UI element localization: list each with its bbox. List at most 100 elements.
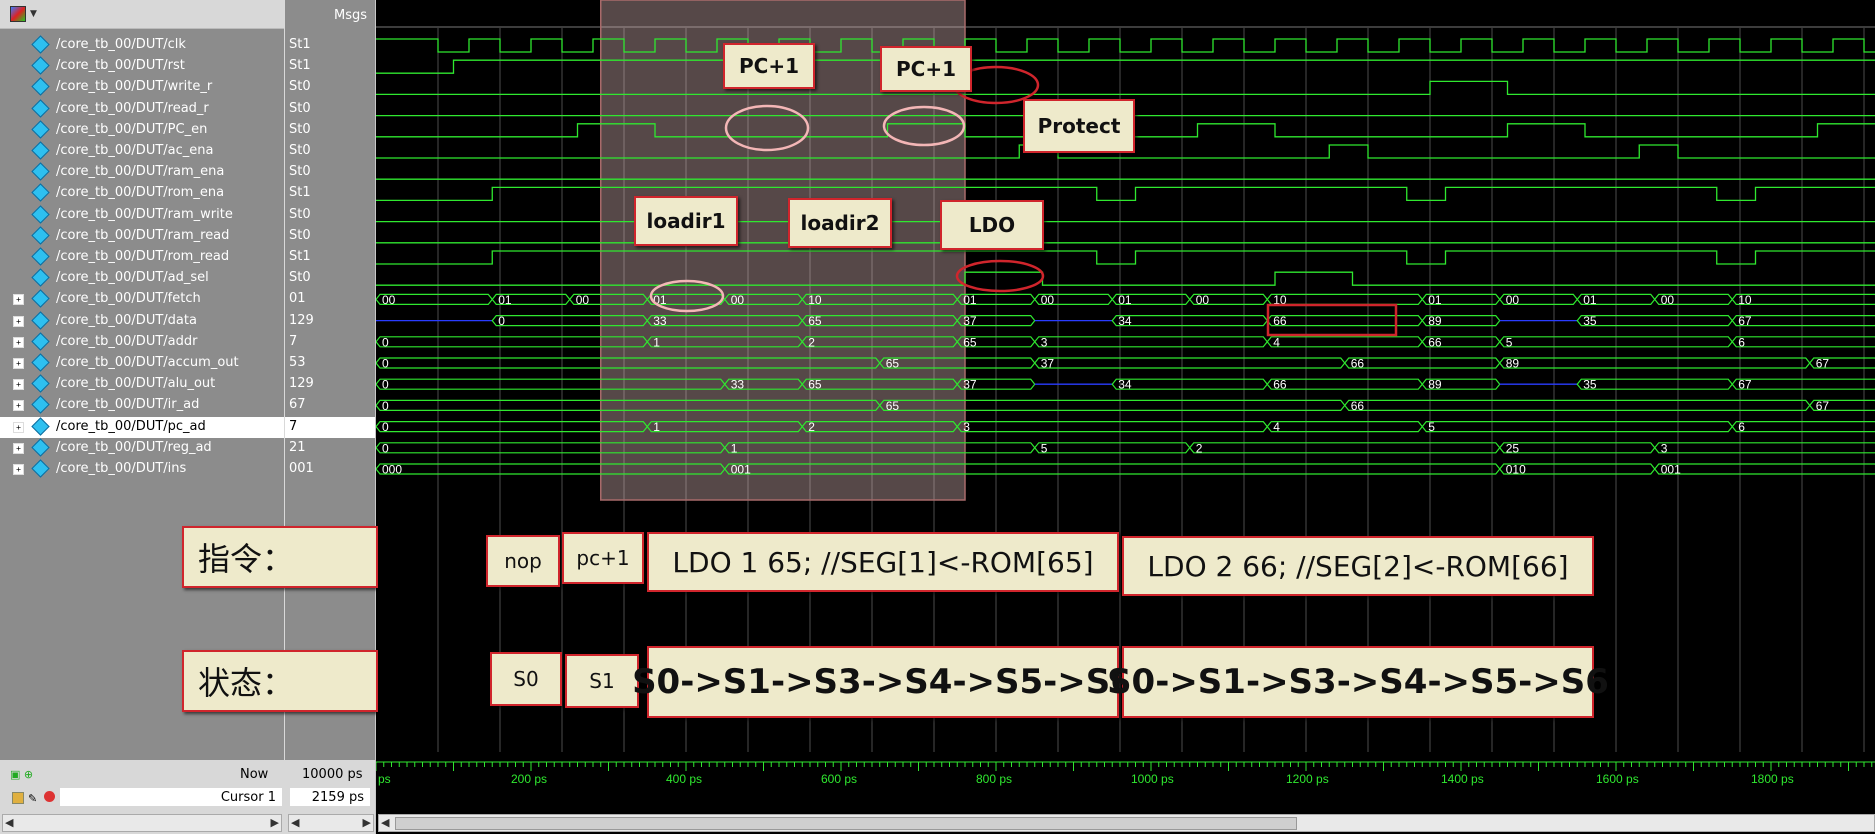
chevron-down-icon[interactable]: ▼	[30, 9, 37, 19]
signal-value-row[interactable]: 01	[285, 289, 375, 310]
bus-value-label: 34	[1118, 378, 1132, 392]
signal-row[interactable]: /core_tb_00/DUT/clk	[0, 35, 284, 56]
signal-row[interactable]: /core_tb_00/DUT/ad_sel	[0, 268, 284, 289]
signal-value-row[interactable]: St0	[285, 205, 375, 226]
scroll-left-icon[interactable]: ◀	[5, 816, 13, 829]
bus-value-label: 65	[886, 357, 900, 371]
signal-value-row[interactable]: St0	[285, 268, 375, 289]
bus-value-label: 2	[808, 420, 815, 434]
annotation-state-sequence-1: S0->S1->S3->S4->S5->S6	[632, 646, 1134, 718]
signal-value: St1	[289, 37, 311, 52]
signal-row[interactable]: + /core_tb_00/DUT/alu_out	[0, 374, 284, 395]
cursor-value-field[interactable]: 2159 ps	[290, 788, 370, 806]
wave-window-icon[interactable]	[10, 6, 26, 22]
signal-value-row[interactable]: 129	[285, 311, 375, 332]
signal-row[interactable]: /core_tb_00/DUT/ac_ena	[0, 141, 284, 162]
lock-icon[interactable]	[12, 792, 24, 804]
bus-value-label: 0	[382, 378, 389, 392]
delete-cursor-icon[interactable]	[44, 791, 55, 802]
expand-icon[interactable]: +	[13, 442, 24, 454]
expand-icon[interactable]: +	[13, 336, 24, 348]
signal-value: St1	[289, 58, 311, 74]
signal-name: /core_tb_00/DUT/addr	[56, 333, 198, 349]
signal-value-row[interactable]: St1	[285, 56, 375, 77]
scroll-left-icon[interactable]: ◀	[291, 816, 299, 829]
msgs-label: Msgs	[333, 8, 367, 23]
wave-scroll-thumb[interactable]	[395, 817, 1297, 830]
signal-icon	[31, 226, 50, 245]
signal-value-row[interactable]: 67	[285, 395, 375, 416]
expand-icon[interactable]: +	[13, 379, 24, 391]
scroll-right-icon[interactable]: ▶	[363, 816, 371, 829]
now-value: 10000 ps	[302, 767, 363, 782]
expand-icon[interactable]: +	[13, 315, 24, 327]
signal-value-row[interactable]: 129	[285, 374, 375, 395]
signal-value-row[interactable]: 53	[285, 353, 375, 374]
expand-icon[interactable]: +	[13, 294, 24, 306]
signal-row[interactable]: /core_tb_00/DUT/ram_read	[0, 226, 284, 247]
signal-icon	[31, 374, 50, 393]
signal-row[interactable]: + /core_tb_00/DUT/ins	[0, 459, 284, 480]
signal-row[interactable]: /core_tb_00/DUT/PC_en	[0, 120, 284, 141]
expand-icon[interactable]: +	[13, 421, 24, 433]
signal-name: /core_tb_00/DUT/ram_ena	[56, 164, 225, 180]
bus-value-label: 0	[382, 420, 389, 434]
signal-value-row[interactable]: 001	[285, 459, 375, 480]
bus-segment	[1731, 293, 1875, 305]
bus-value-label: 37	[963, 314, 977, 328]
signal-row[interactable]: /core_tb_00/DUT/ram_write	[0, 204, 284, 226]
bus-value-label: 0	[382, 357, 389, 371]
signal-row[interactable]: + /core_tb_00/DUT/addr	[0, 332, 284, 353]
signal-value-row[interactable]: 7	[285, 332, 375, 353]
signal-icon	[31, 395, 50, 415]
signal-name: /core_tb_00/DUT/ins	[56, 461, 187, 476]
signal-value-row[interactable]: St0	[285, 120, 375, 141]
msgs-hscrollbar[interactable]: ◀ ▶	[288, 814, 374, 832]
signal-value-row[interactable]: 7	[285, 416, 375, 438]
bus-value-label: 00	[731, 293, 745, 307]
bus-value-label: 00	[1661, 293, 1675, 307]
signal-row[interactable]: /core_tb_00/DUT/rst	[0, 56, 284, 77]
names-hscrollbar[interactable]: ◀ ▶	[2, 814, 282, 832]
signal-row[interactable]: /core_tb_00/DUT/rom_read	[0, 247, 284, 268]
signal-row[interactable]: + /core_tb_00/DUT/pc_ad	[0, 416, 284, 438]
bus-value-label: 6	[1738, 335, 1745, 349]
signal-value-row[interactable]: St1	[285, 247, 375, 268]
signal-row[interactable]: /core_tb_00/DUT/read_r	[0, 98, 284, 120]
signal-value: St0	[289, 206, 311, 222]
signal-value-row[interactable]: St0	[285, 77, 375, 98]
ruler-label: ps	[378, 772, 391, 786]
signal-icon	[31, 353, 50, 372]
signal-row[interactable]: + /core_tb_00/DUT/accum_out	[0, 353, 284, 374]
signal-row[interactable]: + /core_tb_00/DUT/reg_ad	[0, 438, 284, 459]
bus-segment	[1033, 357, 1346, 369]
annotation-state-title: 状态：	[182, 650, 378, 712]
signal-value-row[interactable]: St0	[285, 226, 375, 247]
signal-row[interactable]: /core_tb_00/DUT/rom_ena	[0, 183, 284, 204]
signal-row[interactable]: /core_tb_00/DUT/write_r	[0, 77, 284, 98]
scroll-right-icon[interactable]: ▶	[271, 816, 279, 829]
signal-row[interactable]: + /core_tb_00/DUT/data	[0, 310, 284, 332]
signal-value-row[interactable]: St0	[285, 162, 375, 183]
pencil-icon[interactable]: ✎	[28, 792, 37, 805]
wave-hscrollbar[interactable]: ◀	[378, 814, 1875, 832]
signal-row[interactable]: /core_tb_00/DUT/ram_ena	[0, 162, 284, 183]
expand-icon[interactable]: +	[13, 400, 24, 412]
signal-icon	[31, 268, 50, 287]
signal-value-row[interactable]: St1	[285, 35, 375, 56]
signal-row[interactable]: + /core_tb_00/DUT/ir_ad	[0, 395, 284, 416]
bus-value-label: 5	[1041, 441, 1048, 455]
signal-value-row[interactable]: 21	[285, 438, 375, 459]
scroll-left-icon[interactable]: ◀	[381, 816, 389, 829]
signal-value-row[interactable]: St0	[285, 141, 375, 162]
signal-row[interactable]: + /core_tb_00/DUT/fetch	[0, 289, 284, 310]
cursor-label: Cursor 1	[220, 790, 276, 805]
expand-icon[interactable]: +	[13, 464, 24, 475]
ruler-label: 1200 ps	[1286, 772, 1329, 786]
expand-icon[interactable]: +	[13, 358, 24, 369]
cursor-name-field[interactable]: Cursor 1	[60, 788, 282, 806]
annotation-state-sequence-2: S0->S1->S3->S4->S5->S6	[1107, 646, 1609, 718]
signal-value-row[interactable]: St1	[285, 183, 375, 204]
signal-value-row[interactable]: St0	[285, 99, 375, 120]
bus-value-label: 4	[1273, 335, 1280, 349]
